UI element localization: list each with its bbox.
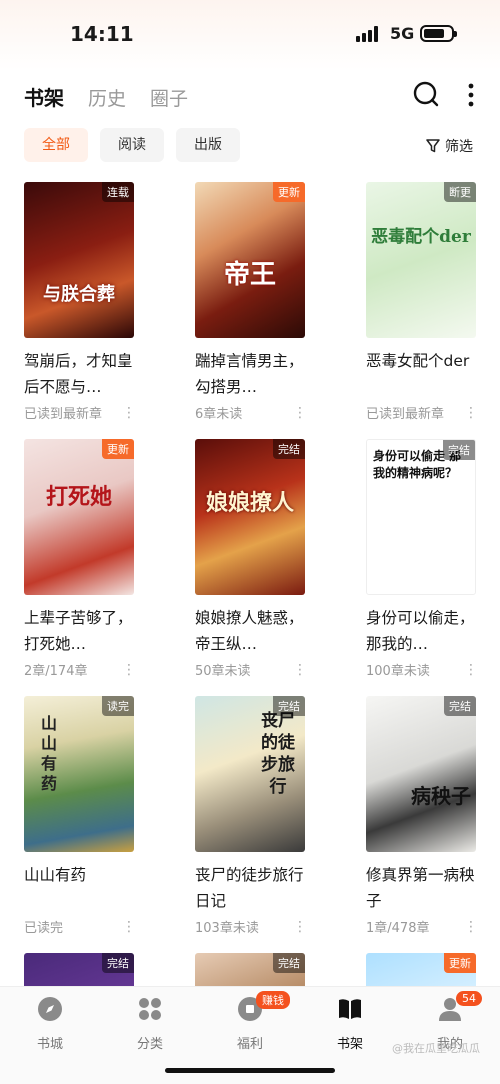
book-card[interactable]: 与朕合葬 连载 驾崩后，才知皇后不愿与… 已读到最新章 ⋮ [24,182,136,422]
tab-circle[interactable]: 圈子 [150,84,188,111]
cover-title-art: 丧尸的徒步旅行 [261,711,295,797]
status-badge: 连载 [102,182,134,202]
book-cover[interactable]: 丧尸的徒步旅行 完结 [195,696,305,852]
cover-title-art: 帝王 [223,260,276,290]
book-menu-icon[interactable]: ⋮ [464,405,478,421]
tab-history[interactable]: 历史 [88,84,126,111]
status-badge: 完结 [273,953,305,973]
chip-published[interactable]: 出版 [176,128,240,162]
book-title: 山山有药 [24,866,87,884]
more-vertical-icon[interactable] [464,82,478,108]
signal-icon [356,26,378,42]
book-card[interactable]: 打死她 更新 上辈子苦够了，打死她… 2章/174章 ⋮ [24,439,136,679]
earn-badge: 赚钱 [256,991,290,1009]
book-title: 身份可以偷走，那我的… [366,609,475,653]
search-icon[interactable] [412,80,440,108]
notification-badge: 54 [456,991,482,1006]
nav-bookshelf[interactable]: 书架 [310,995,390,1052]
filter-chips: 全部 阅读 出版 [24,128,240,162]
status-badge: 更新 [273,182,305,202]
chip-all[interactable]: 全部 [24,128,88,162]
book-card[interactable]: 山山有药 读完 山山有药 已读完 ⋮ [24,696,136,936]
book-cover[interactable]: 恶毒配个der 断更 [366,182,476,338]
book-cover[interactable]: 与朕合葬 连载 [24,182,134,338]
book-cover[interactable]: 打死她 更新 [24,439,134,595]
chip-reading[interactable]: 阅读 [100,128,164,162]
status-badge: 更新 [102,439,134,459]
book-title: 恶毒女配个der [366,352,470,370]
reading-progress: 已读完 [24,921,64,936]
top-tabs: 书架 历史 圈子 [24,82,188,111]
cover-title-art: 恶毒配个der [371,227,471,247]
filter-button[interactable]: 筛选 [426,136,473,156]
book-menu-icon[interactable]: ⋮ [122,919,136,935]
cover-title-art: 病秧子 [411,784,471,808]
book-cover[interactable]: 病秧子 完结 [366,696,476,852]
reading-progress: 50章未读 [195,664,251,679]
status-badge: 完结 [273,439,305,459]
status-badge: 更新 [444,953,476,973]
book-menu-icon[interactable]: ⋮ [122,662,136,678]
book-card[interactable]: 恶毒配个der 断更 恶毒女配个der 已读到最新章 ⋮ [366,182,478,422]
nav-label: 福利 [236,1037,263,1052]
home-indicator[interactable] [165,1068,335,1073]
status-time: 14:11 [70,22,134,46]
book-card[interactable]: 帝王 更新 踹掉言情男主，勾搭男… 6章未读 ⋮ [195,182,307,422]
book-card[interactable]: 病秧子 完结 修真界第一病秧子 1章/478章 ⋮ [366,696,478,936]
status-badge: 完结 [443,440,475,460]
battery-icon [420,25,457,42]
book-menu-icon[interactable]: ⋮ [293,405,307,421]
book-title: 娘娘撩人魅惑，帝王纵… [195,609,304,653]
status-bar: 14:11 5G [0,0,500,70]
nav-label: 书架 [336,1037,363,1052]
book-menu-icon[interactable]: ⋮ [293,662,307,678]
book-card[interactable]: 丧尸的徒步旅行 完结 丧尸的徒步旅行日记 103章未读 ⋮ [195,696,307,936]
network-label: 5G [390,24,415,43]
reading-progress: 2章/174章 [24,664,88,679]
compass-icon [38,997,62,1021]
book-menu-icon[interactable]: ⋮ [464,662,478,678]
book-cover[interactable]: 帝王 更新 [195,182,305,338]
book-title: 上辈子苦够了，打死她… [24,609,133,653]
book-title: 踹掉言情男主，勾搭男… [195,352,304,396]
book-menu-icon[interactable]: ⋮ [122,405,136,421]
book-title: 驾崩后，才知皇后不愿与… [24,352,133,396]
nav-category[interactable]: 分类 [110,995,190,1052]
nav-label: 分类 [136,1037,163,1052]
tab-bookshelf[interactable]: 书架 [24,82,64,111]
reading-progress: 100章未读 [366,664,430,679]
book-cover[interactable]: 身份可以偷走 那我的精神病呢？ 完结 [366,439,476,595]
cover-title-art: 与朕合葬 [43,284,115,305]
nav-benefits[interactable]: 福利 赚钱 [210,991,290,1052]
nav-label: 书城 [36,1037,63,1052]
funnel-icon [426,139,440,153]
cover-title-art: 娘娘撩人 [205,490,294,516]
status-badge: 完结 [444,696,476,716]
grid-icon [139,998,161,1020]
book-card[interactable]: 身份可以偷走 那我的精神病呢？ 完结 身份可以偷走，那我的… 100章未读 ⋮ [366,439,478,679]
book-title: 修真界第一病秧子 [366,866,475,910]
status-badge: 完结 [273,696,305,716]
reading-progress: 已读到最新章 [24,407,103,422]
book-title: 丧尸的徒步旅行日记 [195,866,304,910]
watermark: @我在瓜里吃瓜瓜 [392,1042,480,1055]
cover-title-art: 山山有药 [40,714,57,793]
book-menu-icon[interactable]: ⋮ [293,919,307,935]
book-menu-icon[interactable]: ⋮ [464,919,478,935]
book-card[interactable]: 娘娘撩人 完结 娘娘撩人魅惑，帝王纵… 50章未读 ⋮ [195,439,307,679]
status-badge: 完结 [102,953,134,973]
filter-label: 筛选 [445,139,473,155]
cover-title-art: 打死她 [45,484,112,510]
book-cover[interactable]: 娘娘撩人 完结 [195,439,305,595]
book-cover[interactable]: 山山有药 读完 [24,696,134,852]
reading-progress: 1章/478章 [366,921,430,936]
status-badge: 读完 [102,696,134,716]
reading-progress: 103章未读 [195,921,259,936]
reading-progress: 6章未读 [195,407,243,422]
status-badge: 断更 [444,182,476,202]
book-icon [339,999,361,1019]
nav-bookstore[interactable]: 书城 [10,995,90,1052]
reading-progress: 已读到最新章 [366,407,445,422]
